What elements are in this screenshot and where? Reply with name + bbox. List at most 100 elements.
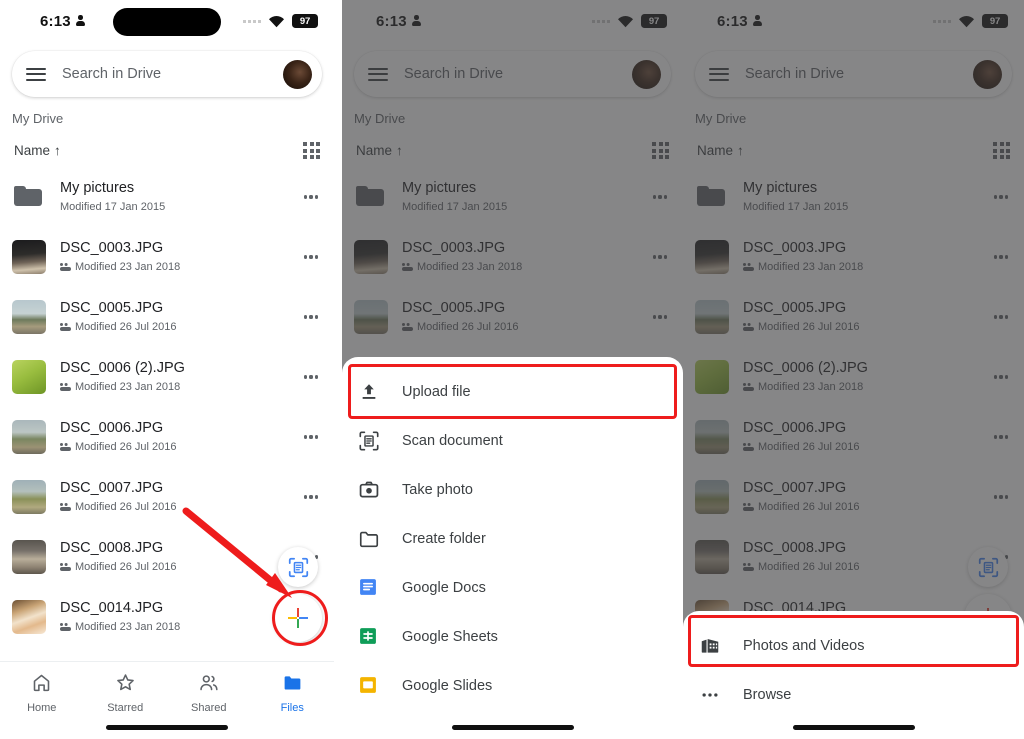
status-bar-time-group: 6:13 <box>40 13 85 30</box>
nav-item-label: Files <box>280 702 304 714</box>
wifi-icon <box>268 15 285 28</box>
file-thumbnail <box>12 360 46 394</box>
sheet-item-take-photo[interactable]: Take photo <box>342 465 683 514</box>
file-meta: Modified 17 Jan 2015 <box>60 199 300 215</box>
file-row[interactable]: DSC_0006.JPG Modified 26 Jul 2016 <box>0 407 334 467</box>
grid-view-icon[interactable] <box>303 142 320 159</box>
file-info: DSC_0006.JPG Modified 26 Jul 2016 <box>60 419 300 455</box>
panel-create-sheet: 6:13 97 Search in Drive My Drive Name <box>342 0 683 739</box>
search-input[interactable]: Search in Drive <box>12 51 322 97</box>
google-docs-icon <box>358 577 380 599</box>
nav-item-home[interactable]: Home <box>0 662 84 739</box>
shared-people-icon <box>60 623 71 632</box>
people-icon <box>198 672 219 698</box>
status-bar-indicators: 97 <box>243 14 318 28</box>
file-thumbnail <box>12 240 46 274</box>
shared-people-icon <box>60 443 71 452</box>
scan-fab-button[interactable] <box>278 547 318 587</box>
file-modified-date: Modified 26 Jul 2016 <box>75 501 177 513</box>
nav-item-files[interactable]: Files <box>251 662 335 739</box>
document-scan-icon <box>288 557 308 577</box>
file-meta: Modified 23 Jan 2018 <box>60 259 300 275</box>
nav-item-label: Starred <box>107 702 144 714</box>
file-row[interactable]: DSC_0006 (2).JPG Modified 23 Jan 2018 <box>0 347 334 407</box>
file-name: DSC_0006.JPG <box>60 420 164 436</box>
file-name: DSC_0003.JPG <box>60 240 164 256</box>
folder-icon <box>12 180 46 214</box>
camera-icon <box>358 479 380 501</box>
file-modified-date: Modified 17 Jan 2015 <box>60 201 166 213</box>
file-thumbnail <box>12 480 46 514</box>
file-modified-date: Modified 23 Jan 2018 <box>75 621 181 633</box>
sheet-item-browse[interactable]: Browse <box>683 670 1024 719</box>
shared-people-icon <box>60 563 71 572</box>
file-overflow-menu-icon[interactable] <box>300 375 322 379</box>
create-new-fab-button[interactable] <box>274 594 322 642</box>
sheet-item-photos-and-videos[interactable]: Photos and Videos <box>683 621 1024 670</box>
search-placeholder: Search in Drive <box>62 66 162 82</box>
file-info: DSC_0003.JPG Modified 23 Jan 2018 <box>60 239 300 275</box>
file-thumbnail <box>12 600 46 634</box>
file-meta: Modified 26 Jul 2016 <box>60 439 300 455</box>
file-info: My pictures Modified 17 Jan 2015 <box>60 179 300 215</box>
file-modified-date: Modified 26 Jul 2016 <box>75 561 177 573</box>
file-thumbnail <box>12 540 46 574</box>
file-info: DSC_0007.JPG Modified 26 Jul 2016 <box>60 479 300 515</box>
photo-library-icon <box>699 635 721 657</box>
file-name: DSC_0007.JPG <box>60 480 164 496</box>
file-overflow-menu-icon[interactable] <box>300 255 322 259</box>
signal-dots-icon <box>243 19 261 23</box>
file-name: DSC_0008.JPG <box>60 540 164 556</box>
sheet-item-google-docs[interactable]: Google Docs <box>342 563 683 612</box>
home-indicator <box>451 725 574 730</box>
file-row[interactable]: DSC_0003.JPG Modified 23 Jan 2018 <box>0 227 334 287</box>
sheet-item-label: Take photo <box>402 481 473 498</box>
file-name: DSC_0014.JPG <box>60 600 164 616</box>
nav-item-label: Shared <box>191 702 227 714</box>
file-overflow-menu-icon[interactable] <box>300 495 322 499</box>
three-panel-comparison: 6:13 97 Search in Drive My Drive Name ↑ … <box>0 0 1024 739</box>
home-icon <box>31 672 52 698</box>
file-name: My pictures <box>60 180 135 196</box>
file-overflow-menu-icon[interactable] <box>300 315 322 319</box>
file-info: DSC_0014.JPG Modified 23 Jan 2018 <box>60 599 300 635</box>
breadcrumb[interactable]: My Drive <box>0 97 334 126</box>
sheet-item-label: Create folder <box>402 530 486 547</box>
file-name: DSC_0006 (2).JPG <box>60 360 185 376</box>
sort-direction-arrow: ↑ <box>54 143 61 158</box>
sort-by-name-button[interactable]: Name ↑ <box>14 143 61 158</box>
sheet-item-create-folder[interactable]: Create folder <box>342 514 683 563</box>
sheet-item-scan-document[interactable]: Scan document <box>342 416 683 465</box>
file-overflow-menu-icon[interactable] <box>300 195 322 199</box>
sort-label: Name <box>14 143 51 158</box>
home-indicator <box>792 725 915 730</box>
document-scan-icon <box>358 430 380 452</box>
picker-bottom-sheet: Photos and Videos Browse <box>683 611 1024 739</box>
avatar[interactable] <box>283 59 312 89</box>
file-row[interactable]: DSC_0007.JPG Modified 26 Jul 2016 <box>0 467 334 527</box>
file-overflow-menu-icon[interactable] <box>300 435 322 439</box>
file-thumbnail <box>12 300 46 334</box>
star-icon <box>115 672 136 698</box>
file-meta: Modified 26 Jul 2016 <box>60 559 300 575</box>
file-modified-date: Modified 26 Jul 2016 <box>75 321 177 333</box>
sheet-item-google-slides[interactable]: Google Slides <box>342 661 683 710</box>
file-name: DSC_0005.JPG <box>60 300 164 316</box>
file-row[interactable]: My pictures Modified 17 Jan 2015 <box>0 167 334 227</box>
sheet-item-upload-file[interactable]: Upload file <box>342 367 683 416</box>
dynamic-island <box>113 8 221 36</box>
sheet-item-google-sheets[interactable]: Google Sheets <box>342 612 683 661</box>
shared-people-icon <box>60 263 71 272</box>
panel-picker-sheet: 6:13 97 Search in Drive My Drive Name <box>683 0 1024 739</box>
create-bottom-sheet: Upload file Scan document Take photo Create… <box>342 357 683 739</box>
more-horiz-icon <box>699 684 721 706</box>
sheet-item-label: Google Docs <box>402 579 486 596</box>
file-modified-date: Modified 23 Jan 2018 <box>75 381 181 393</box>
shared-people-icon <box>60 323 71 332</box>
status-bar: 6:13 97 <box>0 0 334 42</box>
hamburger-menu-icon[interactable] <box>26 67 46 81</box>
file-row[interactable]: DSC_0005.JPG Modified 26 Jul 2016 <box>0 287 334 347</box>
file-info: DSC_0005.JPG Modified 26 Jul 2016 <box>60 299 300 335</box>
sort-row: Name ↑ <box>0 126 334 165</box>
search-bar-container: Search in Drive <box>0 42 334 97</box>
